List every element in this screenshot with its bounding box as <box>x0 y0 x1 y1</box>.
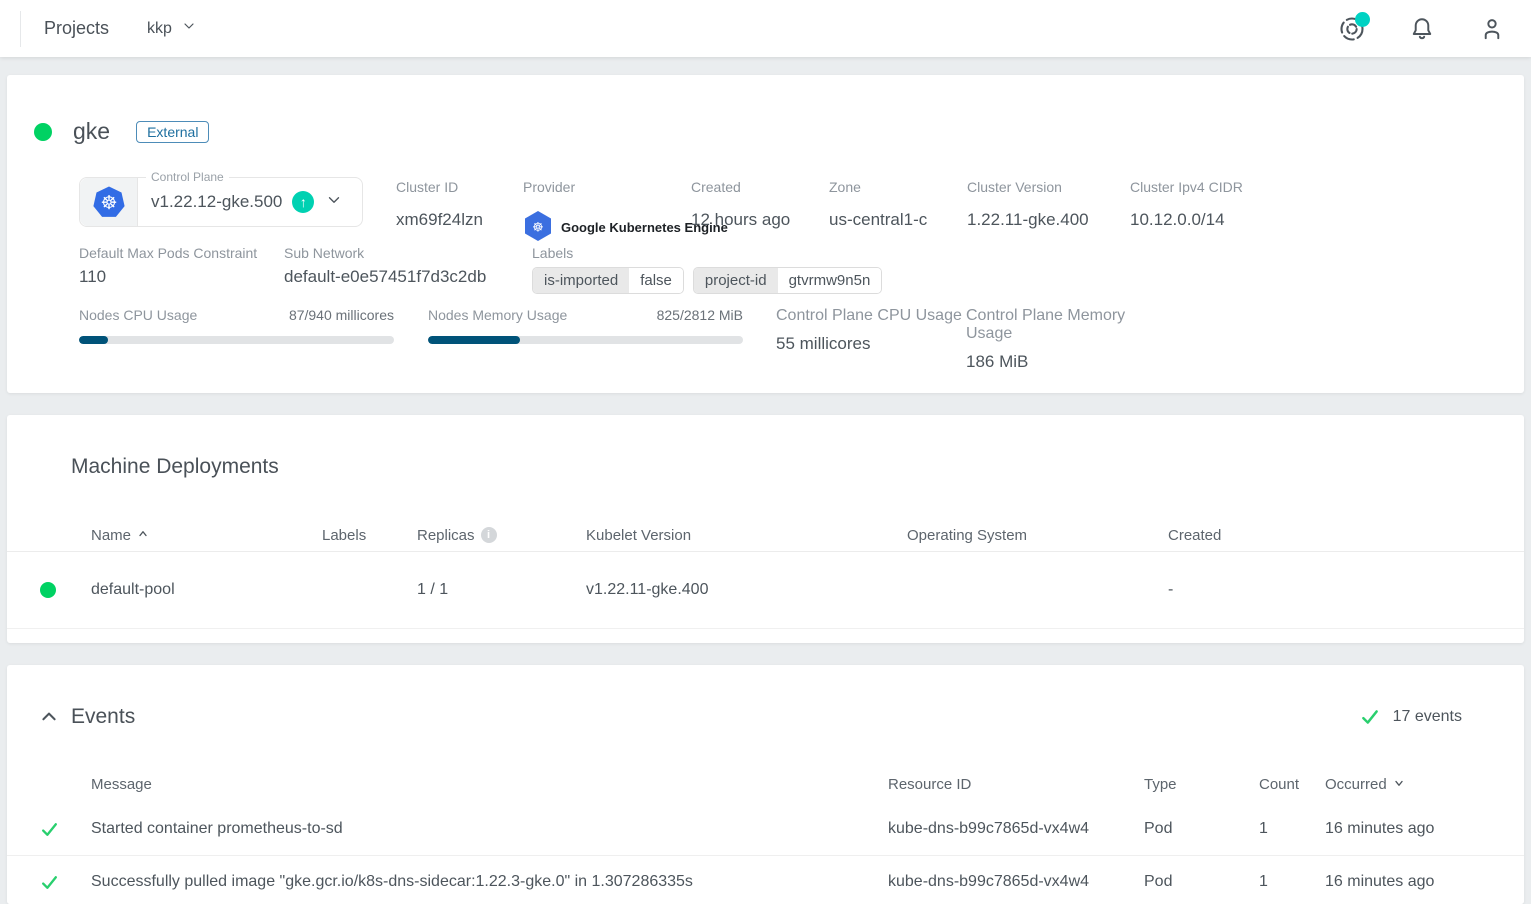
memory-progress-bar <box>428 336 743 344</box>
event-row: Started container prometheus-to-sd kube-… <box>7 803 1524 856</box>
events-title: Events <box>71 705 135 729</box>
info-icon[interactable]: i <box>481 527 497 543</box>
control-plane-cpu-usage: Control Plane CPU Usage 55 millicores <box>776 307 966 354</box>
upgrade-available-icon[interactable]: ↑ <box>292 191 314 213</box>
nodes-memory-usage: Nodes Memory Usage 825/2812 MiB <box>428 307 743 344</box>
cluster-overview-card: gke External ☸ Control Plane v1.22.12-gk… <box>7 75 1524 393</box>
column-header-name[interactable]: Name <box>84 527 315 544</box>
field-cluster-version: Cluster Version 1.22.11-gke.400 <box>967 175 1130 230</box>
md-name-cell: default-pool <box>84 581 315 599</box>
collapse-events-button[interactable] <box>38 706 60 728</box>
status-badge-dot <box>1355 12 1370 27</box>
column-header-replicas: Replicas i <box>410 527 579 544</box>
field-provider: Provider ☸ Google Kubernetes Engine <box>523 175 691 247</box>
event-message-cell: Started container prometheus-to-sd <box>84 820 881 838</box>
column-header-resource-id: Resource ID <box>881 776 1137 793</box>
notifications-button[interactable] <box>1407 14 1437 44</box>
nodes-cpu-usage: Nodes CPU Usage 87/940 millicores <box>79 307 394 344</box>
md-created-cell: - <box>1161 581 1524 599</box>
event-type-cell: Pod <box>1137 820 1252 838</box>
check-icon <box>40 873 59 892</box>
events-header: Message Resource ID Type Count Occurred <box>7 765 1524 803</box>
column-header-created: Created <box>1161 527 1524 544</box>
control-plane-label: Control Plane <box>146 170 229 184</box>
field-sub-network: Sub Network default-e0e57451f7d3c2db <box>284 243 532 287</box>
event-resource-cell: kube-dns-b99c7865d-vx4w4 <box>881 873 1137 891</box>
event-count-cell: 1 <box>1252 873 1318 891</box>
gke-provider-icon: ☸ <box>523 210 553 247</box>
top-navigation-bar: Projects kkp <box>0 0 1531 57</box>
events-count: 17 events <box>1360 707 1462 727</box>
provider-name: Google Kubernetes Engine <box>561 220 676 236</box>
machine-deployments-card: Machine Deployments Name Labels Replicas… <box>7 415 1524 643</box>
event-resource-cell: kube-dns-b99c7865d-vx4w4 <box>881 820 1137 838</box>
sort-descending-icon <box>1393 776 1405 793</box>
label-chip: is-imported false <box>532 267 684 294</box>
event-row: Successfully pulled image "gke.gcr.io/k8… <box>7 856 1524 904</box>
event-occurred-cell: 16 minutes ago <box>1318 873 1524 891</box>
bell-icon <box>1409 16 1435 42</box>
events-card: Events 17 events Message Resource ID Typ… <box>7 665 1524 904</box>
check-icon <box>1360 707 1380 727</box>
control-plane-version-select[interactable]: ☸ Control Plane v1.22.12-gke.500 ↑ <box>79 177 363 227</box>
field-zone: Zone us-central1-c <box>829 175 967 230</box>
column-header-kubelet-version: Kubelet Version <box>579 527 900 544</box>
machine-deployments-title: Machine Deployments <box>71 455 279 479</box>
column-header-type: Type <box>1137 776 1252 793</box>
sort-ascending-icon <box>137 527 149 544</box>
kubernetes-logo-icon: ☸ <box>80 178 138 226</box>
topbar-divider <box>20 11 21 47</box>
user-icon <box>1479 16 1505 42</box>
field-max-pods: Default Max Pods Constraint 110 <box>79 243 284 287</box>
cpu-progress-bar <box>79 336 394 344</box>
labels-section: Labels is-imported false project-id gtvr… <box>532 243 882 294</box>
check-icon <box>40 820 59 839</box>
external-badge: External <box>136 121 209 143</box>
column-header-count: Count <box>1252 776 1318 793</box>
column-header-message: Message <box>84 776 881 793</box>
control-plane-memory-usage: Control Plane Memory Usage 186 MiB <box>966 307 1156 372</box>
projects-link[interactable]: Projects <box>44 18 109 39</box>
control-plane-version: v1.22.12-gke.500 <box>151 192 282 212</box>
machine-deployment-row[interactable]: default-pool 1 / 1 v1.22.11-gke.400 - <box>7 552 1524 629</box>
md-kubelet-cell: v1.22.11-gke.400 <box>579 581 900 599</box>
svg-text:☸: ☸ <box>100 193 117 214</box>
field-cluster-cidr: Cluster Ipv4 CIDR 10.12.0.0/14 <box>1130 175 1243 230</box>
column-header-labels: Labels <box>315 527 410 544</box>
cluster-health-dot <box>34 123 52 141</box>
label-chip: project-id gtvrmw9n5n <box>693 267 882 294</box>
clusters-status-button[interactable] <box>1337 14 1367 44</box>
event-message-cell: Successfully pulled image "gke.gcr.io/k8… <box>84 873 881 891</box>
event-count-cell: 1 <box>1252 820 1318 838</box>
machine-deployments-header: Name Labels Replicas i Kubelet Version O… <box>7 520 1524 550</box>
user-menu-button[interactable] <box>1477 14 1507 44</box>
project-selector-label: kkp <box>147 20 172 38</box>
md-replicas-cell: 1 / 1 <box>410 581 579 599</box>
chevron-down-icon <box>325 191 343 214</box>
svg-text:☸: ☸ <box>532 220 544 235</box>
project-selector[interactable]: kkp <box>147 18 197 39</box>
column-header-operating-system: Operating System <box>900 527 1161 544</box>
column-header-occurred[interactable]: Occurred <box>1318 776 1524 793</box>
event-occurred-cell: 16 minutes ago <box>1318 820 1524 838</box>
field-cluster-id: Cluster ID xm69f24lzn <box>396 175 523 230</box>
chevron-down-icon <box>181 18 197 39</box>
field-created: Created 12 hours ago <box>691 175 829 230</box>
event-type-cell: Pod <box>1137 873 1252 891</box>
md-status-dot <box>40 582 56 598</box>
cluster-name: gke <box>73 118 110 145</box>
